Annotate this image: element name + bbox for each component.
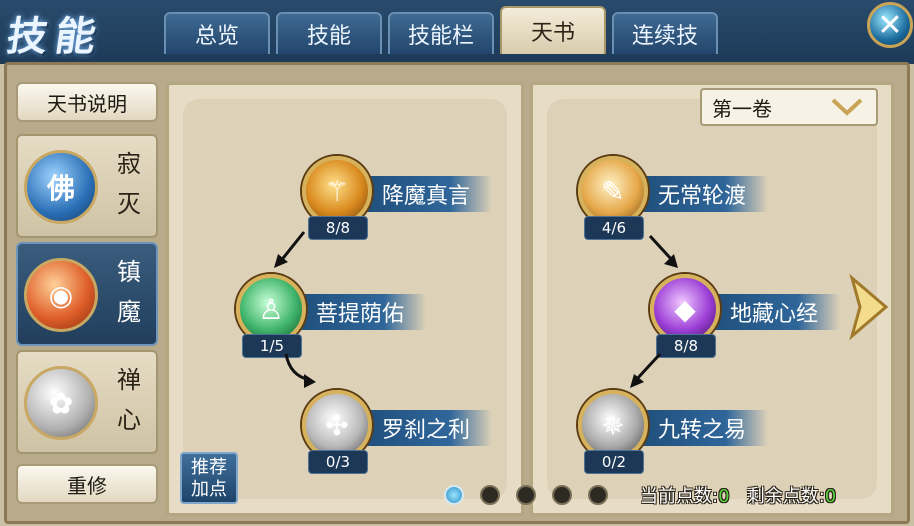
close-icon: ✕ bbox=[877, 7, 903, 43]
zen-emblem-icon: ✿ bbox=[24, 366, 98, 440]
buddha-emblem-icon: 佛 bbox=[24, 150, 98, 224]
tree-arrow-icon bbox=[274, 231, 306, 268]
tab-combo[interactable]: 连续技 bbox=[612, 12, 718, 54]
school-chanxin[interactable]: ✿ 禅 心 bbox=[16, 350, 158, 454]
skill-name: 罗刹之利 bbox=[352, 410, 493, 446]
next-page-arrow-icon[interactable] bbox=[846, 272, 892, 342]
skill-name: 九转之易 bbox=[628, 410, 769, 446]
tree-arrow-icon bbox=[630, 352, 662, 388]
volume-select[interactable]: 第一卷 bbox=[700, 88, 878, 126]
page-dot[interactable] bbox=[444, 485, 464, 505]
skill-name: 地藏心经 bbox=[700, 294, 841, 330]
page-indicator bbox=[444, 485, 608, 505]
school-name: 寂 灭 bbox=[117, 150, 141, 218]
volume-select-value: 第一卷 bbox=[712, 96, 772, 121]
school-name: 禅 心 bbox=[117, 366, 141, 434]
demon-seal-emblem-icon: ◉ bbox=[24, 258, 98, 332]
tab-bar: 总览 技能 技能栏 天书 连续技 bbox=[164, 6, 718, 54]
book-info-button[interactable]: 天书说明 bbox=[16, 82, 158, 122]
close-button[interactable]: ✕ bbox=[867, 2, 913, 48]
page-dot[interactable] bbox=[516, 485, 536, 505]
points-summary: 当前点数:0 剩余点数:0 bbox=[640, 482, 836, 508]
tab-skills[interactable]: 技能 bbox=[276, 12, 382, 54]
recommend-points-button[interactable]: 推荐 加点 bbox=[180, 452, 238, 504]
skill-name: 降魔真言 bbox=[352, 176, 493, 212]
school-name: 镇 魔 bbox=[117, 258, 141, 326]
current-points-value: 0 bbox=[718, 486, 730, 507]
reset-skills-button[interactable]: 重修 bbox=[16, 464, 158, 504]
window-title: 技能 bbox=[4, 13, 107, 60]
page-dot[interactable] bbox=[552, 485, 572, 505]
skill-level: 4/6 bbox=[584, 216, 644, 240]
current-points-label: 当前点数: bbox=[640, 486, 719, 507]
tab-overview[interactable]: 总览 bbox=[164, 12, 270, 54]
remaining-points-value: 0 bbox=[824, 486, 837, 507]
skill-name: 菩提荫佑 bbox=[286, 294, 427, 330]
skill-level: 8/8 bbox=[308, 216, 368, 240]
skill-name: 无常轮渡 bbox=[628, 176, 769, 212]
tree-arrow-icon bbox=[648, 234, 678, 268]
page-dot[interactable] bbox=[588, 485, 608, 505]
page-dot[interactable] bbox=[480, 485, 500, 505]
school-zhenmo[interactable]: ◉ 镇 魔 bbox=[16, 242, 158, 346]
skill-window: 技能 总览 技能 技能栏 天书 连续技 ✕ 天书说明 佛 寂 灭 ◉ 镇 魔 ✿… bbox=[0, 0, 914, 526]
skill-level: 0/3 bbox=[308, 450, 368, 474]
school-jimie[interactable]: 佛 寂 灭 bbox=[16, 134, 158, 238]
tab-heavenly-book[interactable]: 天书 bbox=[500, 6, 606, 54]
chevron-down-icon bbox=[831, 98, 863, 116]
tab-skill-bar[interactable]: 技能栏 bbox=[388, 12, 494, 54]
remaining-points-label: 剩余点数: bbox=[746, 486, 825, 507]
tree-arrow-icon bbox=[284, 353, 316, 388]
skill-level: 0/2 bbox=[584, 450, 644, 474]
